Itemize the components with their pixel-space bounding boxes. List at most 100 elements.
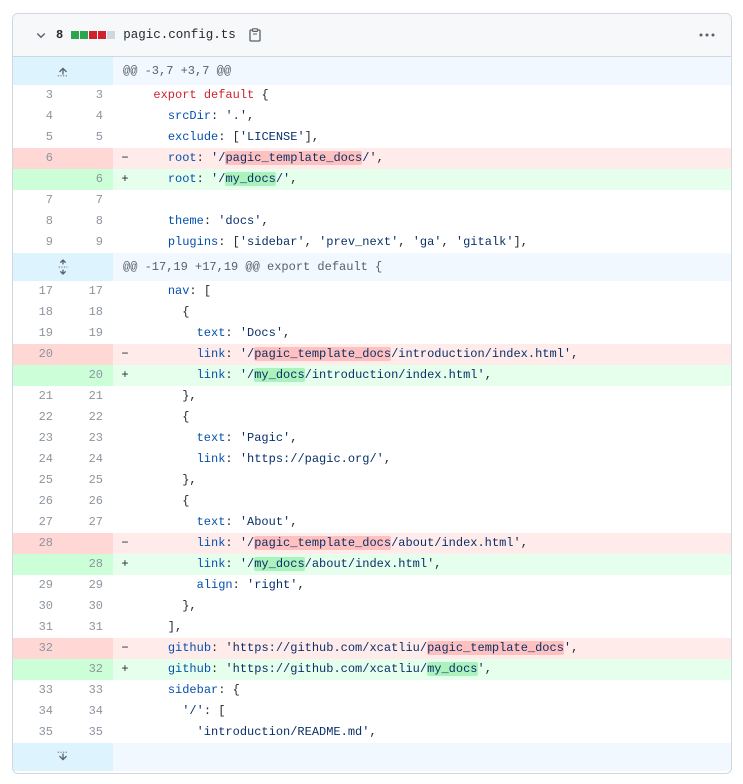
- old-line-number[interactable]: [13, 365, 63, 386]
- code-token: :: [211, 641, 226, 655]
- old-line-number[interactable]: 19: [13, 323, 63, 344]
- plus-marker: +: [113, 169, 137, 190]
- new-line-number[interactable]: 7: [63, 190, 113, 211]
- new-line-number[interactable]: 23: [63, 428, 113, 449]
- old-line-number[interactable]: 27: [13, 512, 63, 533]
- code-token: 'LICENSE': [239, 130, 305, 144]
- old-line-number[interactable]: 22: [13, 407, 63, 428]
- new-line-number[interactable]: [63, 533, 113, 554]
- new-line-number[interactable]: 5: [63, 127, 113, 148]
- old-line-number[interactable]: 31: [13, 617, 63, 638]
- old-line-number[interactable]: 9: [13, 232, 63, 253]
- old-line-number[interactable]: 30: [13, 596, 63, 617]
- code-token: 'ga': [412, 235, 442, 249]
- old-line-number[interactable]: 21: [13, 386, 63, 407]
- old-line-number[interactable]: 25: [13, 470, 63, 491]
- code-text: sidebar: {: [137, 680, 731, 701]
- new-line-number[interactable]: 22: [63, 407, 113, 428]
- new-line-number[interactable]: 28: [63, 554, 113, 575]
- new-line-number[interactable]: [63, 638, 113, 659]
- new-line-number[interactable]: 32: [63, 659, 113, 680]
- old-line-number[interactable]: 23: [13, 428, 63, 449]
- code-token: ],: [513, 235, 528, 249]
- kebab-horizontal-icon[interactable]: [697, 27, 717, 43]
- code-text: link: '/pagic_template_docs/about/index.…: [137, 533, 731, 554]
- diff-table: @@ -3,7 +3,7 @@ 33 export default {4 4 sr…: [13, 57, 731, 771]
- deletion-line: 20 − link: '/pagic_template_docs/introduc…: [13, 344, 731, 365]
- new-line-number[interactable]: 27: [63, 512, 113, 533]
- fold-down-icon[interactable]: [13, 743, 113, 771]
- context-line: 25 25 },: [13, 470, 731, 491]
- new-line-number[interactable]: 24: [63, 449, 113, 470]
- new-line-number[interactable]: 9: [63, 232, 113, 253]
- fold-up-icon[interactable]: [13, 57, 113, 85]
- deletion-line: 28 − link: '/pagic_template_docs/about/in…: [13, 533, 731, 554]
- old-line-number[interactable]: 18: [13, 302, 63, 323]
- old-line-number[interactable]: 4: [13, 106, 63, 127]
- code-token: link: [196, 452, 226, 466]
- old-line-number[interactable]: 17: [13, 281, 63, 302]
- new-line-number[interactable]: 35: [63, 722, 113, 743]
- code-token: github: [167, 662, 212, 676]
- new-line-number[interactable]: 19: [63, 323, 113, 344]
- old-line-number[interactable]: 6: [13, 148, 63, 169]
- old-line-number[interactable]: 7: [13, 190, 63, 211]
- code-token: link: [196, 347, 226, 361]
- code-token: :: [225, 347, 240, 361]
- diffstat-square: [89, 31, 98, 39]
- file-name[interactable]: pagic.config.ts: [123, 28, 236, 42]
- new-line-number[interactable]: [63, 148, 113, 169]
- context-line: 35 35 'introduction/README.md',: [13, 722, 731, 743]
- new-line-number[interactable]: 17: [63, 281, 113, 302]
- new-line-number[interactable]: 33: [63, 680, 113, 701]
- diffstat-square: [80, 31, 89, 39]
- code-token: '/: [239, 368, 255, 382]
- old-line-number[interactable]: 24: [13, 449, 63, 470]
- new-line-number[interactable]: 26: [63, 491, 113, 512]
- new-line-number[interactable]: [63, 344, 113, 365]
- code-token: ,: [376, 151, 384, 165]
- old-line-number[interactable]: 29: [13, 575, 63, 596]
- code-token: github: [167, 641, 212, 655]
- code-text: {: [137, 302, 731, 323]
- old-line-number[interactable]: 28: [13, 533, 63, 554]
- old-line-number[interactable]: [13, 554, 63, 575]
- old-line-number[interactable]: 5: [13, 127, 63, 148]
- old-line-number[interactable]: 34: [13, 701, 63, 722]
- old-line-number[interactable]: 8: [13, 211, 63, 232]
- new-line-number[interactable]: 3: [63, 85, 113, 106]
- context-line: 88 theme: 'docs',: [13, 211, 731, 232]
- new-line-number[interactable]: 6: [63, 169, 113, 190]
- new-line-number[interactable]: 34: [63, 701, 113, 722]
- code-token: /introduction/index.html': [391, 347, 572, 361]
- new-line-number[interactable]: 25: [63, 470, 113, 491]
- new-line-number[interactable]: 30: [63, 596, 113, 617]
- old-line-number[interactable]: 20: [13, 344, 63, 365]
- unfold-icon[interactable]: [13, 253, 113, 281]
- clipboard-icon[interactable]: [248, 27, 262, 43]
- addition-line: 32 + github: 'https://github.com/xcatliu/…: [13, 659, 731, 680]
- new-line-number[interactable]: 20: [63, 365, 113, 386]
- chevron-down-icon[interactable]: [34, 28, 48, 42]
- code-token: },: [139, 473, 197, 487]
- new-line-number[interactable]: 29: [63, 575, 113, 596]
- old-line-number[interactable]: [13, 659, 63, 680]
- new-line-number[interactable]: 8: [63, 211, 113, 232]
- code-text: plugins: ['sidebar', 'prev_next', 'ga', …: [137, 232, 731, 253]
- old-line-number[interactable]: 33: [13, 680, 63, 701]
- code-token: 'About': [239, 515, 291, 529]
- old-line-number[interactable]: 26: [13, 491, 63, 512]
- new-line-number[interactable]: 31: [63, 617, 113, 638]
- code-token: {: [254, 88, 269, 102]
- new-line-number[interactable]: 18: [63, 302, 113, 323]
- new-line-number[interactable]: 21: [63, 386, 113, 407]
- new-line-number[interactable]: 4: [63, 106, 113, 127]
- old-line-number[interactable]: 32: [13, 638, 63, 659]
- old-line-number[interactable]: 3: [13, 85, 63, 106]
- old-line-number[interactable]: [13, 169, 63, 190]
- code-token: ,: [383, 452, 392, 466]
- old-line-number[interactable]: 35: [13, 722, 63, 743]
- code-token: ,: [297, 578, 305, 592]
